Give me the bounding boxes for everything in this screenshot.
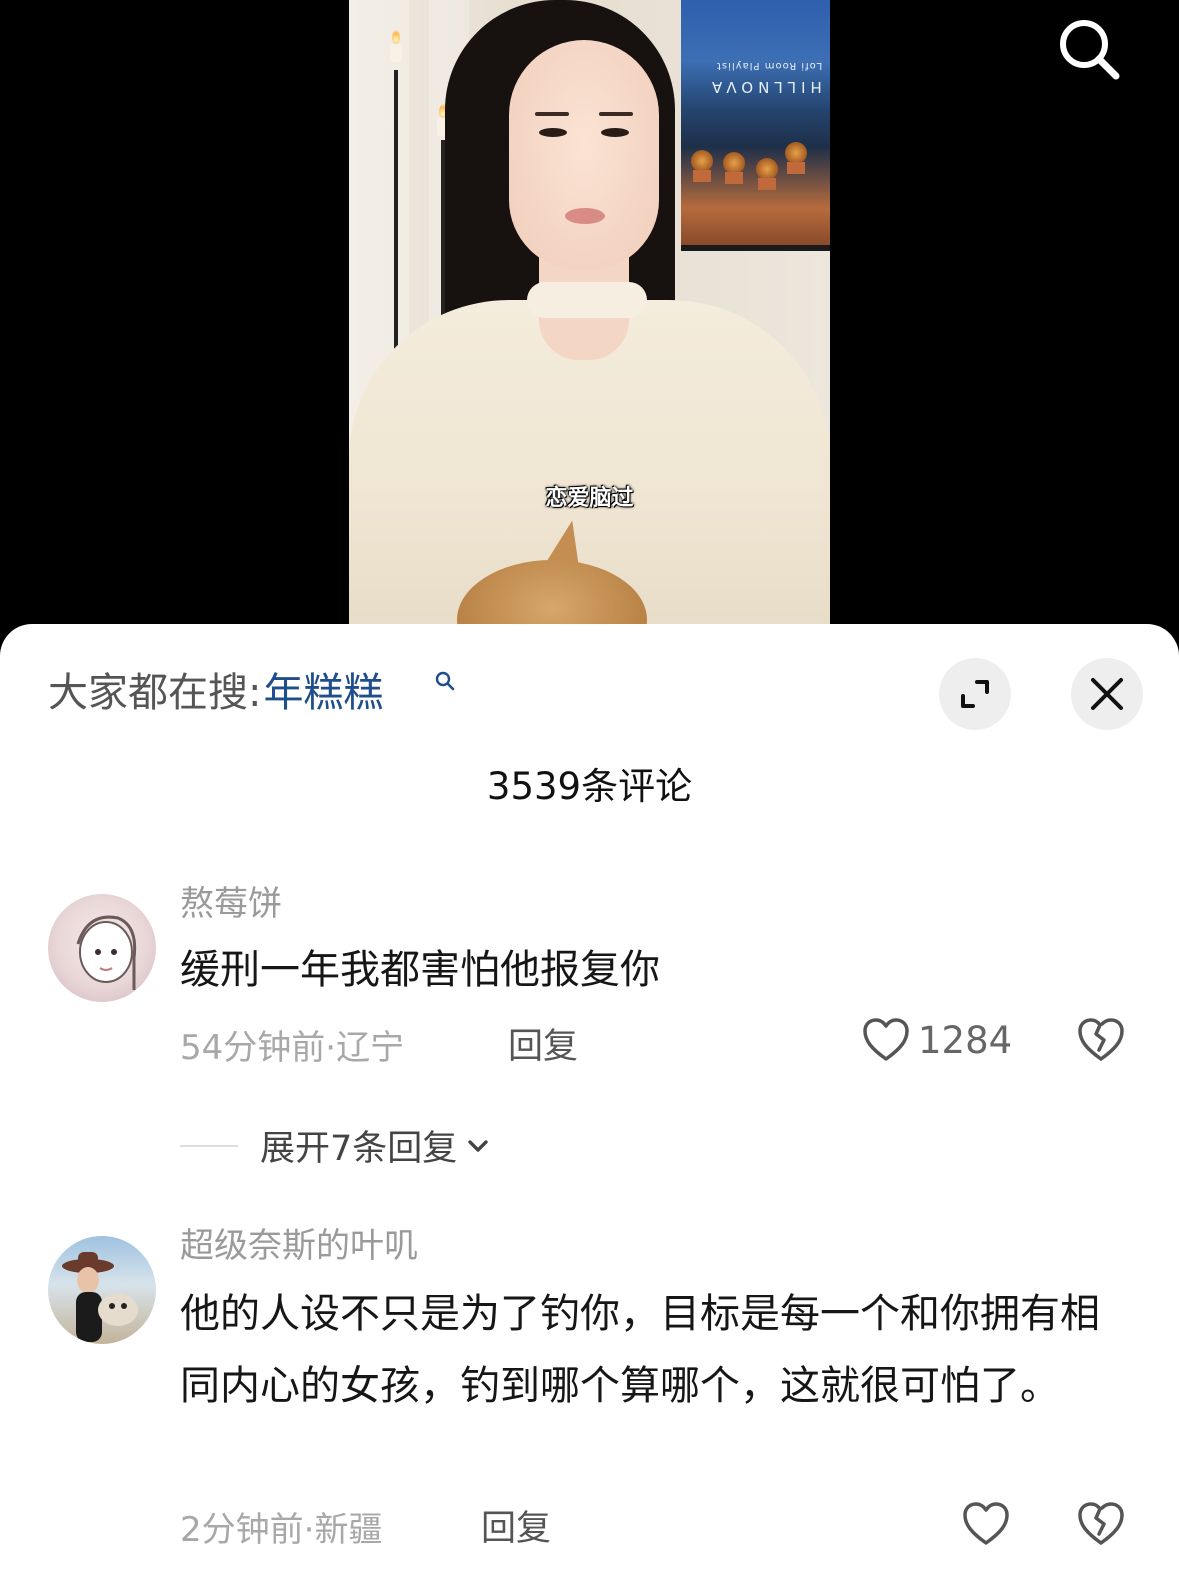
scarf [527,282,647,318]
search-button[interactable] [1054,14,1124,84]
username[interactable]: 超级奈斯的叶叽 [180,1218,418,1267]
candle [390,44,402,62]
video-subtitle: 恋爱脑过 [545,486,634,511]
avatar[interactable] [48,1236,156,1344]
face [509,40,659,270]
pot [725,172,743,184]
reply-button[interactable]: 回复 [481,1500,551,1551]
eye [601,128,629,137]
candle-flame [392,30,400,44]
pot [693,170,711,182]
dislike-button[interactable] [1076,1500,1126,1548]
avatar-photo [62,1252,138,1342]
plant [691,150,713,172]
pot [758,178,776,190]
eyebrow [599,112,633,116]
plant [723,152,745,174]
pot [787,162,805,174]
video-player[interactable]: Lofi Room Playlist HILLNOVA 恋爱脑过 [0,0,1179,640]
tv-caption: Lofi Room Playlist [715,60,822,71]
plant [785,142,807,164]
search-icon [1060,20,1120,80]
video-frame: Lofi Room Playlist HILLNOVA 恋爱脑过 [349,0,830,640]
tv-title: HILLNOVA [707,78,822,96]
like-button[interactable] [962,1500,1010,1548]
eye [539,128,567,137]
comment-meta: 2分钟前·新疆 [180,1510,383,1550]
plant [756,158,778,180]
comments-panel: 大家都在搜:年糕糕 3539条评论 熬莓饼 缓刑一年我都害怕他报复你 54分钟前… [0,624,1179,1596]
candle-stand [394,70,398,370]
eyebrow [535,112,569,116]
comment-item: 超级奈斯的叶叽 他的人设不只是为了钓你，目标是每一个和你拥有相同内心的女孩，钓到… [0,624,1179,1596]
heart-icon [963,1502,1009,1545]
comment-text: 他的人设不只是为了钓你，目标是每一个和你拥有相同内心的女孩，钓到哪个算哪个，这就… [180,1291,1100,1409]
broken-heart-icon [1078,1502,1124,1545]
tv-screen: Lofi Room Playlist HILLNOVA [681,0,830,251]
lips [565,208,605,224]
